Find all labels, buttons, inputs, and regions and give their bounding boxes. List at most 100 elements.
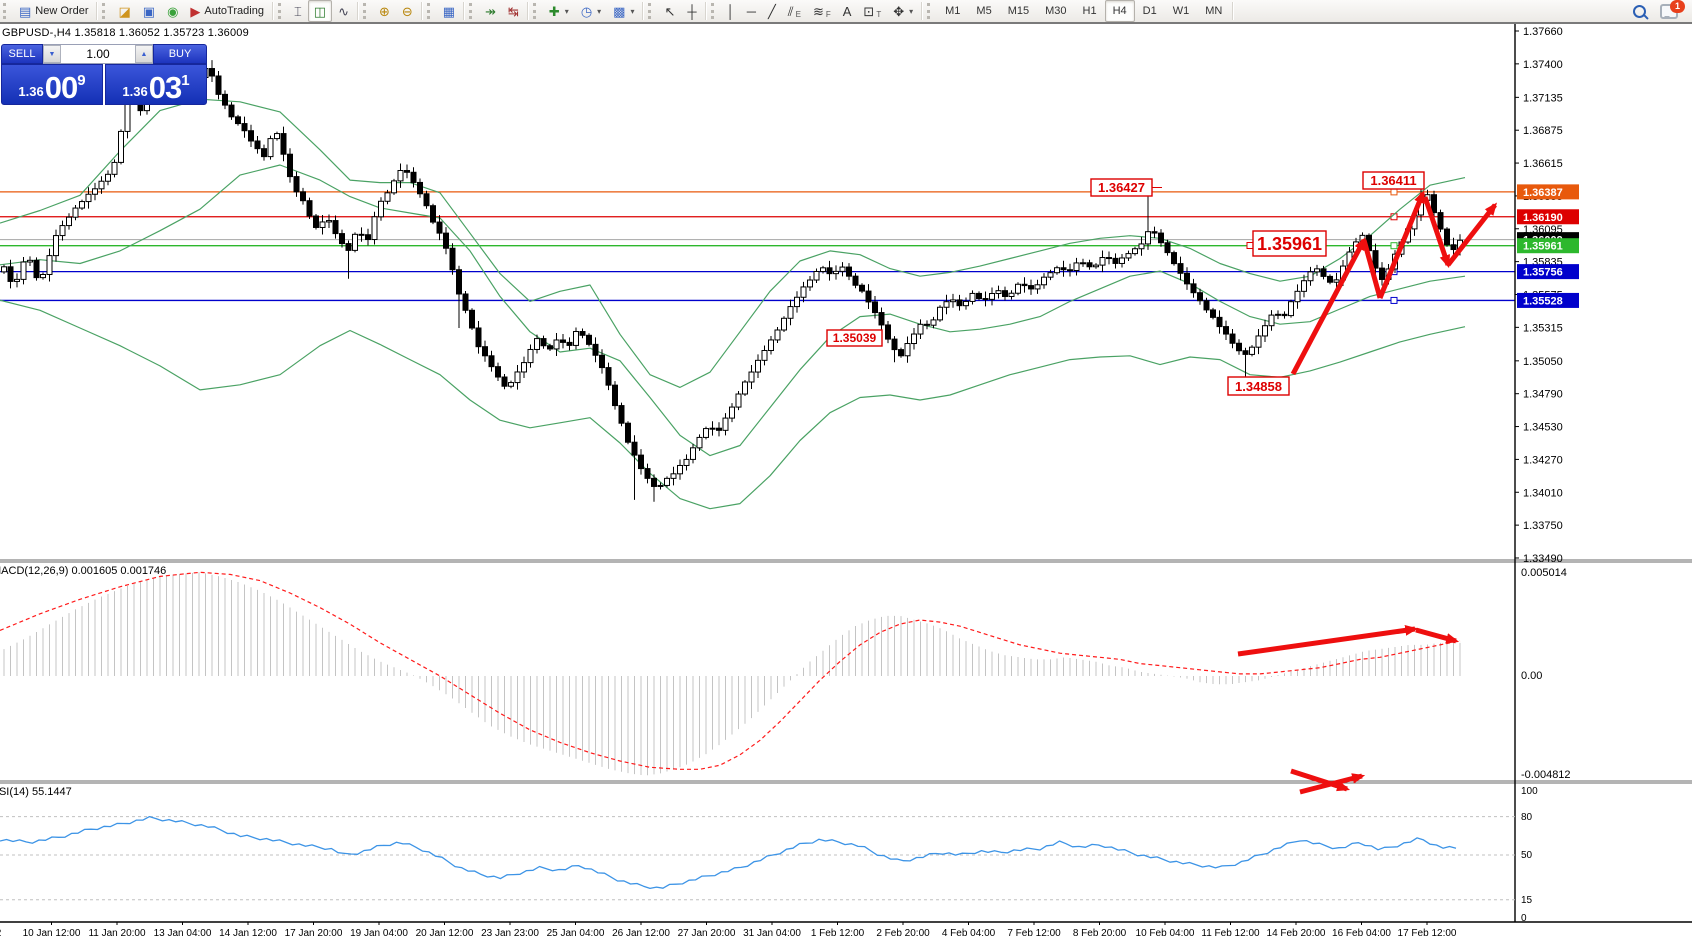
timeframe-m15[interactable]: M15 — [1000, 0, 1037, 22]
candlestick-chart-icon[interactable]: ◫ — [308, 0, 332, 22]
svg-text:0.005014: 0.005014 — [1521, 567, 1567, 579]
profile-icon[interactable]: ◪ — [112, 0, 136, 22]
timeframe-w1[interactable]: W1 — [1165, 0, 1198, 22]
svg-text:1.34270: 1.34270 — [1523, 454, 1563, 466]
svg-text:1.36615: 1.36615 — [1523, 158, 1563, 170]
charts-window-icon[interactable]: ▣ — [137, 0, 161, 22]
toolbar-separator — [96, 2, 97, 20]
level-line-handle[interactable] — [1391, 243, 1397, 249]
svg-text:80: 80 — [1521, 812, 1533, 823]
one-click-trading-panel: SELL ▼ ▲ BUY 1.36009 1.36031 — [1, 44, 207, 105]
svg-text:1.36190: 1.36190 — [1523, 212, 1563, 224]
toolbar-separator — [527, 2, 528, 20]
chart-canvas[interactable]: 1.376601.374001.371351.368751.366151.363… — [0, 0, 1692, 941]
rsi-indicator-label: RSI(14) 55.1447 — [0, 786, 72, 798]
trendline-icon[interactable]: ╱ — [762, 0, 782, 22]
svg-text:1.35961: 1.35961 — [1523, 241, 1563, 253]
svg-text:0: 0 — [1521, 913, 1527, 924]
svg-text:4 Feb 04:00: 4 Feb 04:00 — [942, 928, 996, 939]
zoom-in-icon[interactable]: ⊕ — [373, 0, 396, 22]
autotrading-button-label: AutoTrading — [204, 5, 264, 17]
mt4-window: { "toolbar": { "groups": [ {"items":[{"n… — [0, 0, 1692, 941]
level-line-handle[interactable] — [1391, 189, 1397, 195]
toolbar-separator — [921, 2, 922, 20]
line-chart-icon[interactable]: ∿ — [332, 0, 355, 22]
text-label-icon[interactable]: ⊡T — [857, 0, 887, 22]
equidistant-channel-icon[interactable]: ⫽E — [782, 0, 807, 22]
toolbar-separator — [463, 2, 464, 20]
trend-arrow[interactable] — [1416, 630, 1456, 641]
toolbar-drag-handle[interactable] — [102, 3, 109, 19]
toolbar-drag-handle[interactable] — [927, 3, 934, 19]
svg-text:1 Feb 12:00: 1 Feb 12:00 — [811, 928, 865, 939]
toolbar-drag-handle[interactable] — [427, 3, 434, 19]
timeframe-h1[interactable]: H1 — [1075, 0, 1105, 22]
svg-text:2 Feb 20:00: 2 Feb 20:00 — [876, 928, 930, 939]
zoom-out-icon[interactable]: ⊖ — [396, 0, 419, 22]
svg-text:10 Feb 04:00: 10 Feb 04:00 — [1136, 928, 1195, 939]
timeframe-d1[interactable]: D1 — [1135, 0, 1165, 22]
sell-button[interactable]: SELL — [1, 44, 43, 64]
chevron-down-icon: ▾ — [909, 7, 913, 16]
timeframe-mn[interactable]: MN — [1197, 0, 1230, 22]
timeframe-m5[interactable]: M5 — [968, 0, 999, 22]
toolbar-drag-handle[interactable] — [533, 3, 540, 19]
toolbar-drag-handle[interactable] — [363, 3, 370, 19]
sell-price-button[interactable]: 1.36009 — [1, 64, 103, 105]
vertical-line-icon[interactable]: │ — [721, 0, 741, 22]
svg-text:14 Feb 20:00: 14 Feb 20:00 — [1267, 928, 1326, 939]
autotrading-button[interactable]: ▶ AutoTrading — [184, 0, 270, 22]
indicators-menu-button[interactable]: ✚▾ — [543, 0, 575, 22]
timeframe-m1[interactable]: M1 — [937, 0, 968, 22]
toolbar-drag-handle[interactable] — [711, 3, 718, 19]
toolbar-drag-handle[interactable] — [648, 3, 655, 19]
annotation-labels[interactable]: 1.364271.364111.359611.350391.34858 — [827, 172, 1424, 395]
volume-input[interactable] — [61, 45, 135, 63]
candles-layer — [2, 57, 1463, 502]
level-line-handle[interactable] — [1391, 297, 1397, 303]
buy-button[interactable]: BUY — [153, 44, 207, 64]
crosshair-icon[interactable]: ┼ — [681, 0, 702, 22]
trend-arrow[interactable] — [1293, 240, 1364, 374]
new-order-button[interactable]: ▤New Order — [13, 0, 94, 22]
svg-text:20 Jan 12:00: 20 Jan 12:00 — [416, 928, 474, 939]
timeframe-m30[interactable]: M30 — [1037, 0, 1074, 22]
arrows-menu-button[interactable]: ✥▾ — [887, 0, 919, 22]
cursor-icon[interactable]: ↖ — [658, 0, 681, 22]
vertical-line-icon: │ — [727, 5, 735, 18]
new-order-button: ▤ — [19, 5, 31, 18]
toolbar-drag-handle[interactable] — [3, 3, 10, 19]
toolbar-drag-handle[interactable] — [469, 3, 476, 19]
chart-shift-icon[interactable]: ↹ — [502, 0, 525, 22]
equidistant-channel-icon: ⫽ — [788, 5, 794, 18]
periods-menu-button[interactable]: ◷▾ — [575, 0, 607, 22]
svg-text:1.34790: 1.34790 — [1523, 389, 1563, 401]
auto-scroll-icon[interactable]: ↠ — [479, 0, 502, 22]
horizontal-line-icon[interactable]: ─ — [741, 0, 762, 22]
templates-menu-button[interactable]: ▩▾ — [607, 0, 640, 22]
trend-arrow[interactable] — [1448, 205, 1495, 265]
volume-field-wrap: ▼ ▲ — [43, 44, 153, 64]
svg-text:19 Jan 04:00: 19 Jan 04:00 — [350, 928, 408, 939]
svg-text:1.33750: 1.33750 — [1523, 520, 1563, 532]
chat-icon[interactable]: 1 — [1660, 4, 1678, 19]
toolbar-drag-handle[interactable] — [278, 3, 285, 19]
svg-text:17 Feb 12:00: 17 Feb 12:00 — [1398, 928, 1457, 939]
fibonacci-icon[interactable]: ≋F — [807, 0, 837, 22]
toolbar-separator — [705, 2, 706, 20]
signals-icon[interactable]: ◉ — [161, 0, 184, 22]
bar-chart-icon[interactable]: ⌶ — [288, 0, 308, 22]
tile-windows-icon[interactable]: ▦ — [437, 0, 461, 22]
time-axis: n 202210 Jan 12:0011 Jan 20:0013 Jan 04:… — [0, 922, 1457, 939]
text-icon[interactable]: A — [837, 0, 858, 22]
buy-price-button[interactable]: 1.36031 — [105, 64, 207, 105]
autotrading-button: ▶ — [190, 5, 200, 18]
svg-text:1.35528: 1.35528 — [1523, 295, 1563, 307]
svg-text:1.36411: 1.36411 — [1370, 173, 1416, 188]
svg-text:-0.004812: -0.004812 — [1521, 769, 1571, 781]
volume-increase-button[interactable]: ▲ — [135, 45, 153, 63]
timeframe-h4[interactable]: H4 — [1105, 0, 1135, 22]
search-icon[interactable] — [1633, 5, 1646, 18]
trend-arrows[interactable] — [1238, 193, 1495, 792]
volume-decrease-button[interactable]: ▼ — [43, 45, 61, 63]
